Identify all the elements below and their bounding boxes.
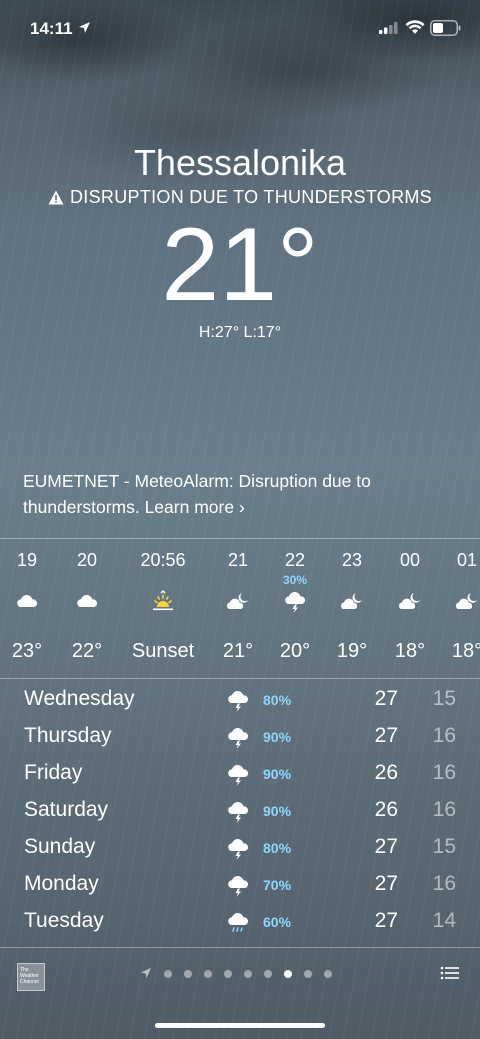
precipitation-chance: 80% [263, 840, 292, 856]
cloud-moon-icon [398, 590, 422, 614]
page-dot[interactable] [244, 970, 252, 978]
day-name: Friday [24, 761, 83, 784]
hour-time: 20 [76, 550, 98, 570]
high-temperature: 27 [374, 872, 398, 895]
cloud-moon-icon [226, 590, 250, 614]
divider [0, 947, 480, 948]
daily-row: Sunday 80% 27 15 [0, 831, 480, 868]
high-temperature: 27 [374, 835, 398, 858]
cloud-moon-icon [340, 590, 364, 614]
high-temperature: 26 [374, 761, 398, 784]
low-temperature: 14 [432, 909, 456, 932]
page-dot[interactable] [204, 970, 212, 978]
day-name: Wednesday [24, 687, 135, 710]
precipitation-chance: 70% [263, 877, 292, 893]
battery-icon [430, 20, 461, 36]
cloud-icon [75, 590, 99, 614]
sunset-icon [151, 590, 175, 614]
location-arrow-icon [140, 967, 152, 979]
thunderstorm-icon [226, 837, 254, 863]
notice-text: EUMETNET - MeteoAlarm: Disruption due to… [23, 471, 371, 517]
page-dot[interactable] [184, 970, 192, 978]
high-temperature: 27 [374, 687, 398, 710]
wifi-icon [405, 20, 425, 34]
thunderstorm-icon [226, 800, 254, 826]
precipitation-chance: 30% [282, 573, 308, 587]
current-temperature: 21° [161, 207, 319, 323]
page-dot[interactable] [224, 970, 232, 978]
status-time: 14:11 [30, 19, 73, 38]
precipitation-chance: 90% [263, 766, 292, 782]
high-temperature: 27 [374, 724, 398, 747]
low-temperature: 15 [432, 835, 456, 858]
status-bar: 14:11 [0, 0, 480, 56]
thunderstorm-icon [226, 763, 254, 789]
thunderstorm-icon [226, 726, 254, 752]
low-temperature: 16 [432, 798, 456, 821]
location-arrow-icon [79, 22, 90, 33]
cloud-moon-icon [455, 590, 479, 614]
city-name: Thessalonika [133, 142, 347, 183]
rain-icon [226, 911, 254, 937]
daily-row: Thursday 90% 27 16 [0, 720, 480, 757]
home-indicator[interactable] [155, 1023, 325, 1028]
daily-row: Tuesday 60% 27 14 [0, 905, 480, 942]
low-temperature: 16 [432, 872, 456, 895]
daily-row: Monday 70% 27 16 [0, 868, 480, 905]
hour-temperature: 22° [71, 640, 103, 662]
low-temperature: 16 [432, 761, 456, 784]
hour-temperature: 18° [451, 640, 480, 662]
divider [0, 538, 480, 539]
low-temperature: 15 [432, 687, 456, 710]
divider [0, 678, 480, 679]
alert-title-text: DISRUPTION DUE TO THUNDERSTORMS [69, 187, 432, 207]
cellular-signal-icon [379, 22, 398, 34]
page-dot[interactable] [304, 970, 312, 978]
page-dot[interactable] [164, 970, 172, 978]
page-dot[interactable] [284, 970, 292, 978]
hourly-forecast[interactable]: 19 23° 20 22° 20:56 Sunset 21 21° 22 30% 20° 23 19° 0… [0, 540, 480, 675]
page-dot[interactable] [324, 970, 332, 978]
chevron-right-icon: › [238, 497, 245, 517]
day-name: Saturday [24, 798, 109, 821]
day-name: Sunday [24, 835, 96, 858]
thunderstorm-icon [226, 689, 254, 715]
low-temperature: 16 [432, 724, 456, 747]
daily-row: Friday 90% 26 16 [0, 757, 480, 794]
cloud-icon [15, 590, 39, 614]
high-temperature: 26 [374, 798, 398, 821]
daily-row: Wednesday 80% 27 15 [0, 683, 480, 720]
bottom-toolbar: The Weather Channel [0, 950, 480, 1000]
high-temperature: 27 [374, 909, 398, 932]
thunderstorm-icon [283, 590, 307, 614]
list-icon[interactable] [440, 965, 460, 981]
precipitation-chance: 90% [263, 803, 292, 819]
hour-time: 01 [456, 550, 478, 570]
precipitation-chance: 80% [263, 692, 292, 708]
precipitation-chance: 60% [263, 914, 292, 930]
weather-channel-logo[interactable]: The Weather Channel [17, 963, 45, 991]
weather-notice[interactable]: EUMETNET - MeteoAlarm: Disruption due to… [23, 468, 453, 520]
high-low-temperature: H:27° L:17° [198, 324, 282, 341]
page-dot[interactable] [264, 970, 272, 978]
hour-time: 20:56 [140, 550, 186, 570]
day-name: Monday [24, 872, 99, 895]
precipitation-chance: 90% [263, 729, 292, 745]
day-name: Thursday [24, 724, 112, 747]
day-name: Tuesday [24, 909, 104, 932]
warning-icon [48, 190, 64, 205]
hour-temperature: Sunset [131, 640, 195, 662]
daily-row: Saturday 90% 26 16 [0, 794, 480, 831]
thunderstorm-icon [226, 874, 254, 900]
